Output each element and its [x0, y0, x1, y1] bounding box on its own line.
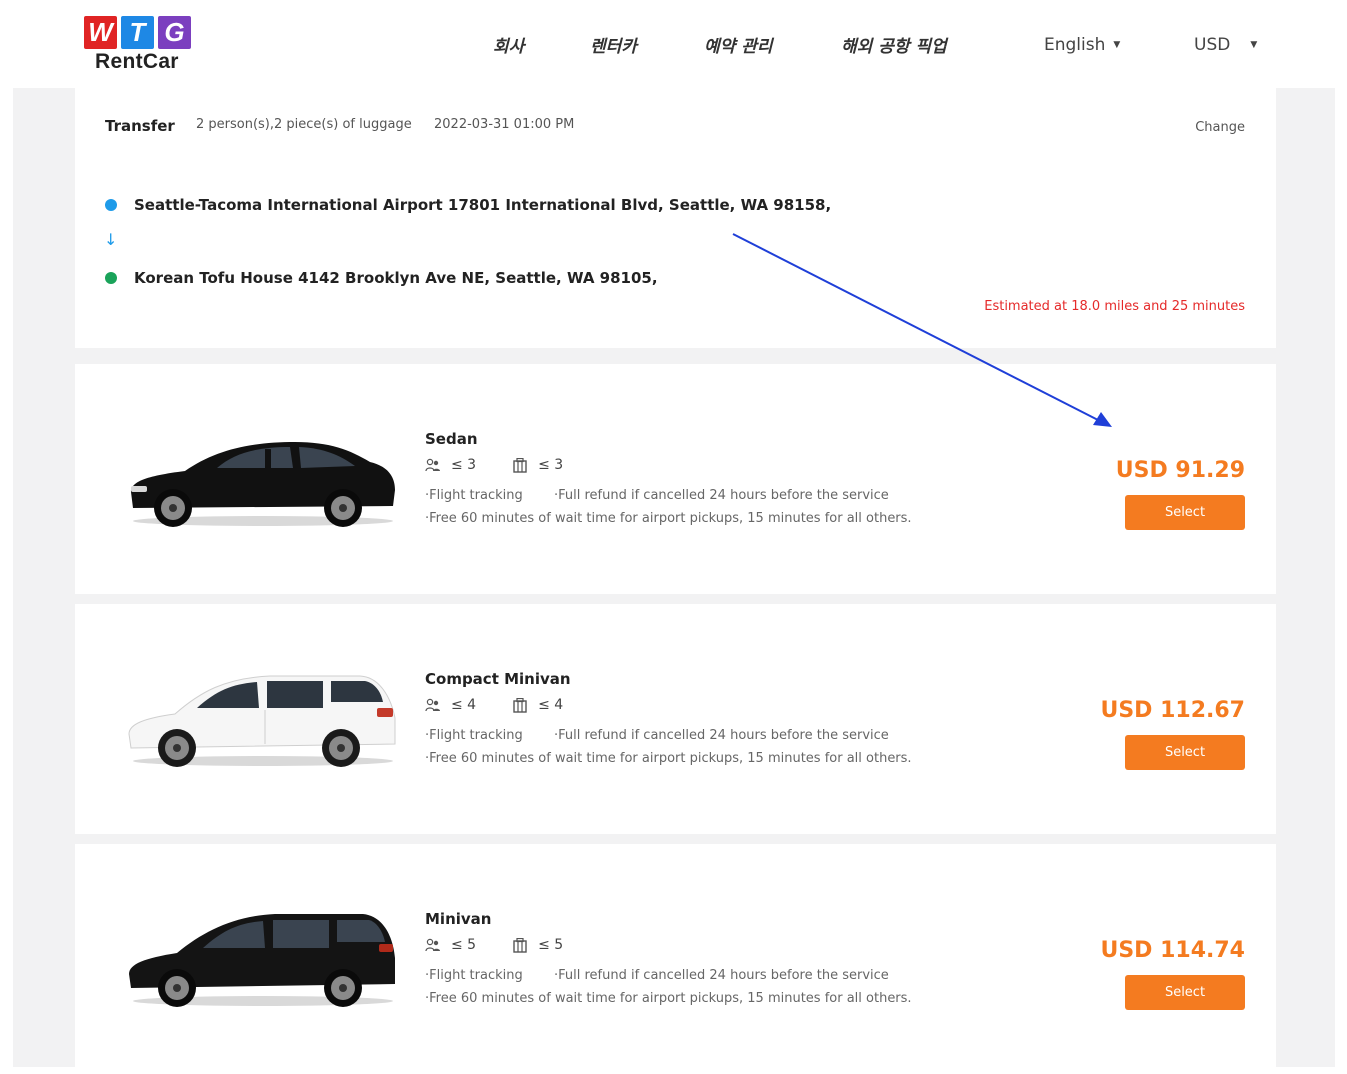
luggage-icon — [513, 697, 527, 713]
currency-value: USD — [1194, 35, 1231, 55]
capacity-row: ≤ 4 ≤ 4 — [425, 697, 599, 713]
select-compact-minivan-button[interactable]: Select — [1125, 735, 1245, 770]
feature-wait-time: ·Free 60 minutes of wait time for airpor… — [425, 751, 912, 766]
passengers-icon — [425, 938, 440, 952]
currency-dropdown[interactable]: USD ▼ — [1194, 35, 1257, 55]
dropoff-location: Korean Tofu House 4142 Brooklyn Ave NE, … — [134, 269, 658, 287]
logo-text: RentCar — [95, 50, 179, 73]
passenger-capacity: ≤ 3 — [451, 457, 477, 473]
top-header: W T G RentCar 회사 렌터카 예약 관리 해외 공항 픽업 Engl… — [0, 0, 1347, 88]
logo-letter-w: W — [84, 16, 117, 49]
change-link[interactable]: Change — [1195, 120, 1245, 135]
caret-down-icon: ▼ — [1113, 40, 1121, 50]
passengers-icon — [425, 458, 440, 472]
pickup-location: Seattle-Tacoma International Airport 178… — [134, 196, 832, 214]
caret-down-icon: ▼ — [1250, 40, 1258, 50]
vehicle-price: USD 114.74 — [1100, 938, 1245, 963]
logo-letter-t: T — [121, 16, 154, 49]
passengers-icon — [425, 698, 440, 712]
vehicle-name: Minivan — [425, 910, 492, 928]
feature-flight-tracking: ·Flight tracking — [425, 968, 523, 983]
vehicle-price: USD 91.29 — [1115, 458, 1245, 483]
vehicle-price: USD 112.67 — [1100, 698, 1245, 723]
select-minivan-button[interactable]: Select — [1125, 975, 1245, 1010]
pickup-dot-icon — [105, 199, 117, 211]
wtg-rentcar-logo[interactable]: W T G RentCar — [84, 16, 204, 76]
logo-letter-g: G — [158, 16, 191, 49]
vehicle-name: Compact Minivan — [425, 670, 571, 688]
feature-full-refund: ·Full refund if cancelled 24 hours befor… — [554, 968, 889, 983]
features-row: ·Flight tracking ·Full refund if cancell… — [425, 488, 889, 503]
trip-type: Transfer — [105, 117, 175, 135]
features-row: ·Flight tracking ·Full refund if cancell… — [425, 728, 889, 743]
language-dropdown[interactable]: English ▼ — [1044, 35, 1120, 55]
minivan-image — [129, 914, 395, 1007]
capacity-row: ≤ 3 ≤ 3 — [425, 457, 599, 473]
features-row: ·Flight tracking ·Full refund if cancell… — [425, 968, 889, 983]
trip-summary-card: Transfer 2 person(s),2 piece(s) of lugga… — [75, 88, 1276, 348]
feature-full-refund: ·Full refund if cancelled 24 hours befor… — [554, 488, 889, 503]
vehicle-card-sedan: Sedan ≤ 3 ≤ 3 ·Flight tracking ·Full ref… — [75, 364, 1276, 594]
language-value: English — [1044, 35, 1106, 55]
logo-letters: W T G — [84, 16, 204, 49]
nav-company[interactable]: 회사 — [493, 32, 524, 57]
trip-estimate: Estimated at 18.0 miles and 25 minutes — [984, 299, 1245, 314]
feature-flight-tracking: ·Flight tracking — [425, 488, 523, 503]
trip-passengers: 2 person(s),2 piece(s) of luggage — [196, 117, 412, 132]
luggage-capacity: ≤ 5 — [538, 937, 564, 953]
pickup-location-row: Seattle-Tacoma International Airport 178… — [105, 196, 831, 214]
select-sedan-button[interactable]: Select — [1125, 495, 1245, 530]
vehicle-card-minivan: Minivan ≤ 5 ≤ 5 ·Flight tracking ·Full r… — [75, 844, 1276, 1074]
feature-wait-time: ·Free 60 minutes of wait time for airpor… — [425, 991, 912, 1006]
luggage-capacity: ≤ 4 — [538, 697, 564, 713]
compact-minivan-image — [128, 675, 396, 767]
feature-flight-tracking: ·Flight tracking — [425, 728, 523, 743]
vehicle-name: Sedan — [425, 430, 478, 448]
nav-reservation-management[interactable]: 예약 관리 — [704, 32, 772, 57]
luggage-capacity: ≤ 3 — [538, 457, 564, 473]
feature-full-refund: ·Full refund if cancelled 24 hours befor… — [554, 728, 889, 743]
passenger-capacity: ≤ 4 — [451, 697, 477, 713]
passenger-capacity: ≤ 5 — [451, 937, 477, 953]
vehicle-card-compact-minivan: Compact Minivan ≤ 4 ≤ 4 ·Flight tracking… — [75, 604, 1276, 834]
sedan-car-image — [131, 442, 395, 527]
trip-datetime: 2022-03-31 01:00 PM — [434, 117, 575, 132]
dropoff-location-row: Korean Tofu House 4142 Brooklyn Ave NE, … — [105, 269, 658, 287]
luggage-icon — [513, 457, 527, 473]
nav-rentcar[interactable]: 렌터카 — [590, 32, 637, 57]
nav-overseas-airport-pickup[interactable]: 해외 공항 픽업 — [841, 32, 947, 57]
dropoff-dot-icon — [105, 272, 117, 284]
arrow-down-icon: ↓ — [104, 230, 118, 249]
feature-wait-time: ·Free 60 minutes of wait time for airpor… — [425, 511, 912, 526]
capacity-row: ≤ 5 ≤ 5 — [425, 937, 599, 953]
luggage-icon — [513, 937, 527, 953]
